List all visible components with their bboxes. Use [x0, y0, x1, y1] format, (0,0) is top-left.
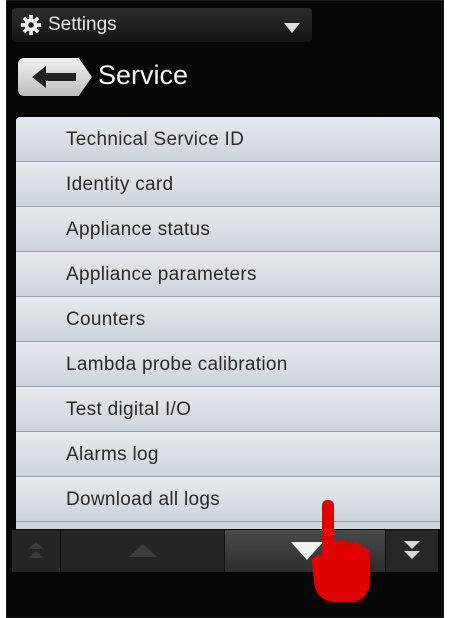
- settings-label: Settings: [48, 14, 117, 35]
- menu-item-lambda-probe-calibration[interactable]: Lambda probe calibration: [16, 342, 440, 387]
- scroll-bottom-icon: [404, 541, 420, 559]
- back-arrow-icon: [32, 66, 76, 88]
- settings-dropdown[interactable]: Settings: [12, 8, 312, 42]
- menu-item-download-all-logs[interactable]: Download all logs: [16, 477, 440, 522]
- menu-item-counters[interactable]: Counters: [16, 297, 440, 342]
- scroll-top-icon: [28, 542, 44, 558]
- menu-item-technical-service-id[interactable]: Technical Service ID: [16, 117, 440, 162]
- dropdown-arrow-icon: [284, 23, 300, 33]
- scroll-navigation-bar: [12, 530, 438, 572]
- menu-item-alarms-log[interactable]: Alarms log: [16, 432, 440, 477]
- service-menu-list[interactable]: Technical Service ID Identity card Appli…: [16, 117, 440, 529]
- menu-item-identity-card[interactable]: Identity card: [16, 162, 440, 207]
- back-button[interactable]: [18, 58, 92, 96]
- scroll-up-icon: [129, 544, 157, 557]
- menu-item-test-digital-io[interactable]: Test digital I/O: [16, 387, 440, 432]
- gear-icon: [20, 14, 42, 36]
- menu-item-appliance-status[interactable]: Appliance status: [16, 207, 440, 252]
- menu-item-appliance-parameters[interactable]: Appliance parameters: [16, 252, 440, 297]
- scroll-top-button[interactable]: [12, 530, 61, 572]
- page-title: Service: [98, 60, 189, 90]
- device-screen: Settings Service Technical Service ID Id…: [6, 0, 444, 618]
- scroll-up-button[interactable]: [61, 530, 225, 572]
- scroll-bottom-button[interactable]: [386, 530, 438, 572]
- pointing-hand-icon: [311, 500, 370, 602]
